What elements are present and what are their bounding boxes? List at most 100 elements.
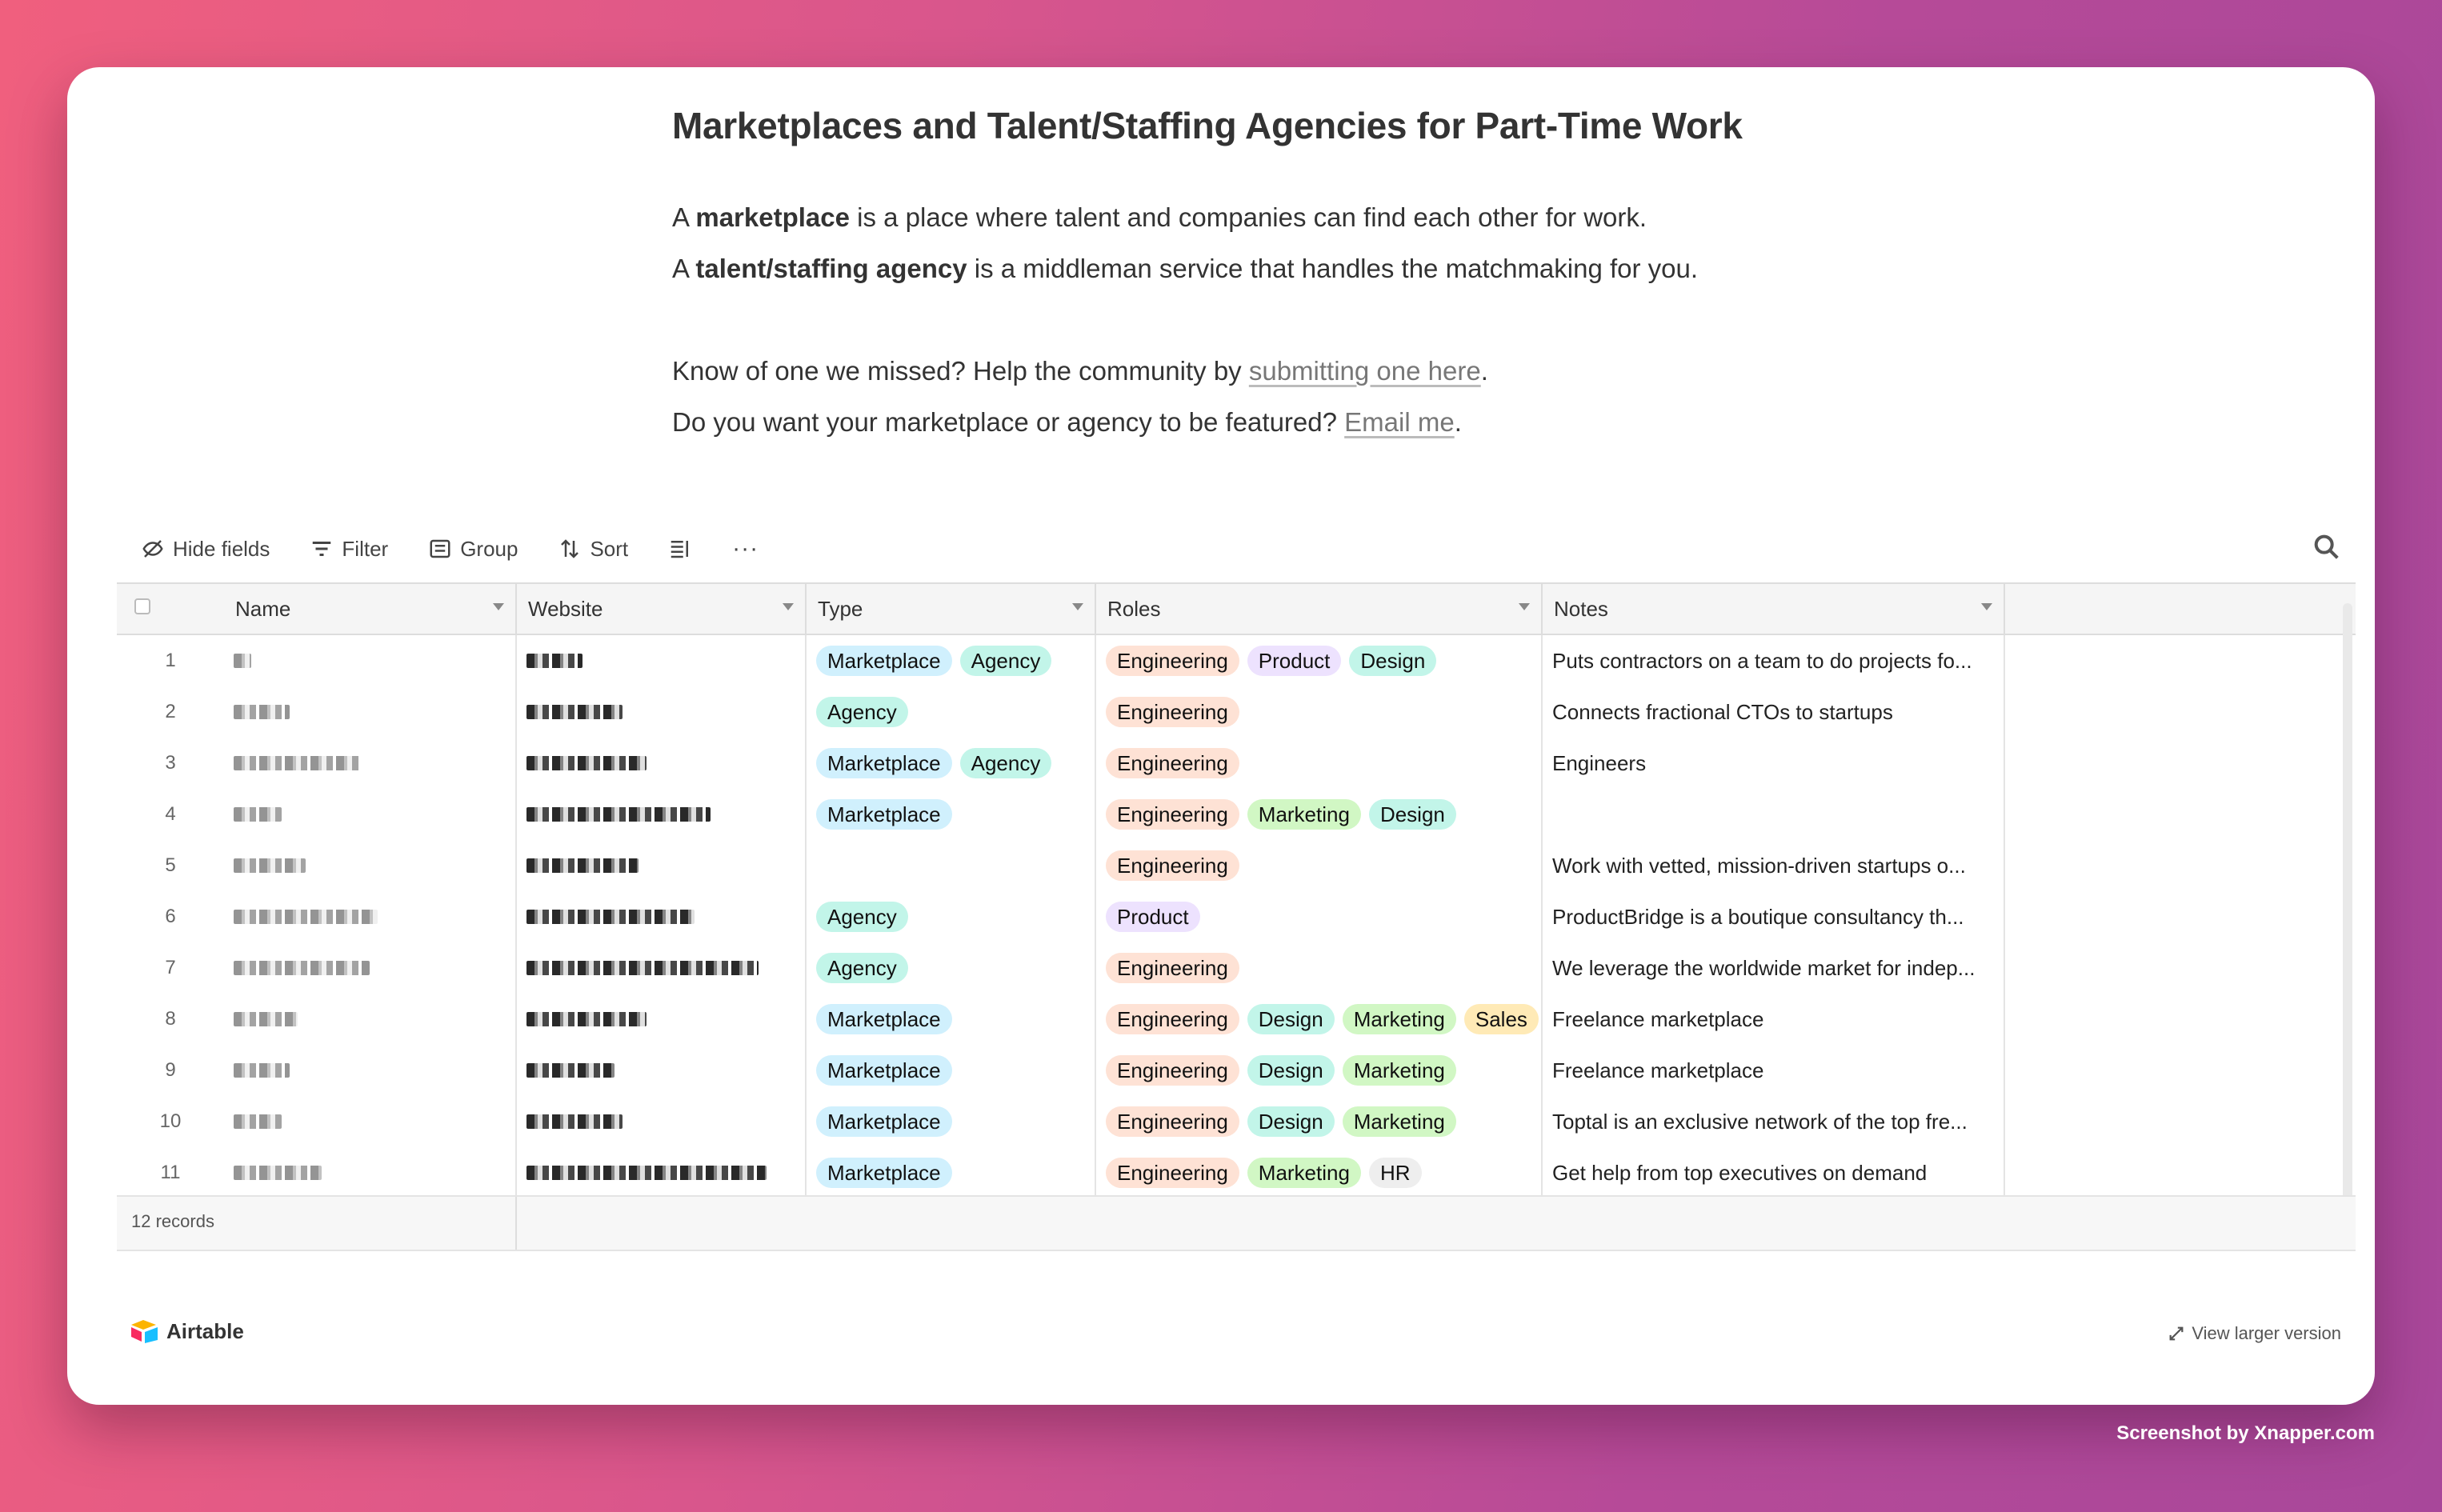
roles-cell[interactable]: Engineering Product Design xyxy=(1095,635,1541,686)
table-row[interactable]: 7 Agency Engineering We leverage the worldw… xyxy=(117,942,2146,995)
chevron-down-icon[interactable] xyxy=(783,603,794,610)
type-cell[interactable]: Marketplace xyxy=(805,789,1095,840)
website-cell[interactable] xyxy=(515,994,805,1045)
column-header-name[interactable]: Name xyxy=(224,584,515,634)
sort-button[interactable]: Sort xyxy=(558,537,628,562)
name-cell[interactable] xyxy=(224,635,515,686)
embed-card: Marketplaces and Talent/Staffing Agencie… xyxy=(67,67,2375,1405)
roles-cell[interactable]: Engineering xyxy=(1095,686,1541,738)
airtable-logo[interactable]: Airtable xyxy=(130,1318,244,1344)
table-row[interactable]: 3 Marketplace Agency Engineering Engineers xyxy=(117,738,2146,790)
table-row[interactable]: 10 Marketplace Engineering Design Marketing T… xyxy=(117,1096,2146,1149)
type-cell[interactable]: Agency xyxy=(805,942,1095,994)
vertical-scrollbar[interactable] xyxy=(2343,603,2352,1216)
website-cell[interactable] xyxy=(515,738,805,789)
notes-cell[interactable]: Freelance marketplace xyxy=(1541,994,2005,1045)
notes-cell[interactable]: Connects fractional CTOs to startups xyxy=(1541,686,2005,738)
email-link[interactable]: Email me xyxy=(1344,407,1455,437)
type-cell[interactable]: Agency xyxy=(805,686,1095,738)
type-cell[interactable]: Agency xyxy=(805,891,1095,942)
type-cell[interactable]: Marketplace xyxy=(805,1045,1095,1096)
roles-cell[interactable]: Engineering Design Marketing xyxy=(1095,1096,1541,1147)
type-cell[interactable] xyxy=(805,840,1095,891)
notes-cell[interactable] xyxy=(1541,789,2005,840)
table-row[interactable]: 6 Agency Product ProductBridge is a boutiqu… xyxy=(117,891,2146,944)
column-header-roles[interactable]: Roles xyxy=(1095,584,1541,634)
name-cell[interactable] xyxy=(224,994,515,1045)
view-larger-link[interactable]: View larger version xyxy=(2168,1323,2341,1344)
type-cell[interactable]: Marketplace xyxy=(805,994,1095,1045)
roles-cell[interactable]: Engineering xyxy=(1095,840,1541,891)
name-cell[interactable] xyxy=(224,1096,515,1147)
name-cell[interactable] xyxy=(224,1147,515,1198)
type-cell[interactable]: Marketplace xyxy=(805,1096,1095,1147)
name-cell[interactable] xyxy=(224,891,515,942)
notes-cell[interactable]: We leverage the worldwide market for ind… xyxy=(1541,942,2005,994)
redacted-website xyxy=(526,705,623,719)
notes-cell[interactable]: Work with vetted, mission-driven startup… xyxy=(1541,840,2005,891)
notes-cell[interactable]: Freelance marketplace xyxy=(1541,1045,2005,1096)
roles-cell[interactable]: Engineering xyxy=(1095,942,1541,994)
table-row[interactable]: 11 Marketplace Engineering Marketing HR Get h… xyxy=(117,1147,2146,1200)
submit-link[interactable]: submitting one here xyxy=(1249,356,1481,386)
chevron-down-icon[interactable] xyxy=(1981,603,1992,610)
name-cell[interactable] xyxy=(224,789,515,840)
select-all-checkbox[interactable] xyxy=(134,598,150,614)
table-row[interactable]: 8 Marketplace Engineering Design Marketing Sa… xyxy=(117,994,2146,1046)
row-number: 6 xyxy=(165,906,176,927)
notes-cell[interactable]: Puts contractors on a team to do project… xyxy=(1541,635,2005,686)
roles-cell[interactable]: Engineering Marketing Design xyxy=(1095,789,1541,840)
roles-cell[interactable]: Engineering Design Marketing Sales xyxy=(1095,994,1541,1045)
column-header-website[interactable]: Website xyxy=(515,584,805,634)
filter-button[interactable]: Filter xyxy=(310,537,388,562)
table-row[interactable]: 1 Marketplace Agency Engineering Product Desi… xyxy=(117,635,2146,688)
column-header-notes[interactable]: Notes xyxy=(1541,584,2005,634)
type-cell[interactable]: Marketplace Agency xyxy=(805,738,1095,789)
hide-fields-button[interactable]: Hide fields xyxy=(141,537,270,562)
website-cell[interactable] xyxy=(515,840,805,891)
notes-cell[interactable]: Toptal is an exclusive network of the to… xyxy=(1541,1096,2005,1147)
roles-cell[interactable]: Engineering xyxy=(1095,738,1541,789)
type-tag: Agency xyxy=(959,646,1052,676)
table-row[interactable]: 9 Marketplace Engineering Design Marketing Fr… xyxy=(117,1045,2146,1098)
more-options-icon[interactable]: ··· xyxy=(732,535,759,562)
name-cell[interactable] xyxy=(224,840,515,891)
chevron-down-icon[interactable] xyxy=(1519,603,1530,610)
chevron-down-icon[interactable] xyxy=(1072,603,1083,610)
website-cell[interactable] xyxy=(515,1096,805,1147)
role-tag: Sales xyxy=(1463,1004,1539,1034)
column-header-type[interactable]: Type xyxy=(805,584,1095,634)
chevron-down-icon[interactable] xyxy=(493,603,504,610)
row-height-button[interactable] xyxy=(668,537,692,561)
name-cell[interactable] xyxy=(224,1045,515,1096)
row-number: 9 xyxy=(165,1059,176,1081)
role-tag: Design xyxy=(1247,1106,1335,1137)
website-cell[interactable] xyxy=(515,635,805,686)
roles-cell[interactable]: Engineering Design Marketing xyxy=(1095,1045,1541,1096)
row-number: 11 xyxy=(160,1162,181,1183)
notes-cell[interactable]: Engineers xyxy=(1541,738,2005,789)
redacted-name xyxy=(234,858,306,873)
type-cell[interactable]: Marketplace xyxy=(805,1147,1095,1198)
website-cell[interactable] xyxy=(515,1045,805,1096)
website-cell[interactable] xyxy=(515,686,805,738)
notes-cell[interactable]: Get help from top executives on demand xyxy=(1541,1147,2005,1198)
name-cell[interactable] xyxy=(224,738,515,789)
name-cell[interactable] xyxy=(224,942,515,994)
table-row[interactable]: 2 Agency Engineering Connects fractional CT… xyxy=(117,686,2146,739)
table-row[interactable]: 4 Marketplace Engineering Marketing Design xyxy=(117,789,2146,842)
roles-cell[interactable]: Engineering Marketing HR xyxy=(1095,1147,1541,1198)
name-cell[interactable] xyxy=(224,686,515,738)
type-cell[interactable]: Marketplace Agency xyxy=(805,635,1095,686)
role-tag: Engineering xyxy=(1106,1158,1239,1188)
roles-cell[interactable]: Product xyxy=(1095,891,1541,942)
website-cell[interactable] xyxy=(515,942,805,994)
website-cell[interactable] xyxy=(515,1147,805,1198)
search-icon[interactable] xyxy=(2311,531,2343,563)
website-cell[interactable] xyxy=(515,891,805,942)
notes-cell[interactable]: ProductBridge is a boutique consultancy … xyxy=(1541,891,2005,942)
website-cell[interactable] xyxy=(515,789,805,840)
row-number: 10 xyxy=(159,1110,182,1132)
group-button[interactable]: Group xyxy=(428,537,518,562)
table-row[interactable]: 5 Engineering Work with vetted, mission-dr… xyxy=(117,840,2146,893)
